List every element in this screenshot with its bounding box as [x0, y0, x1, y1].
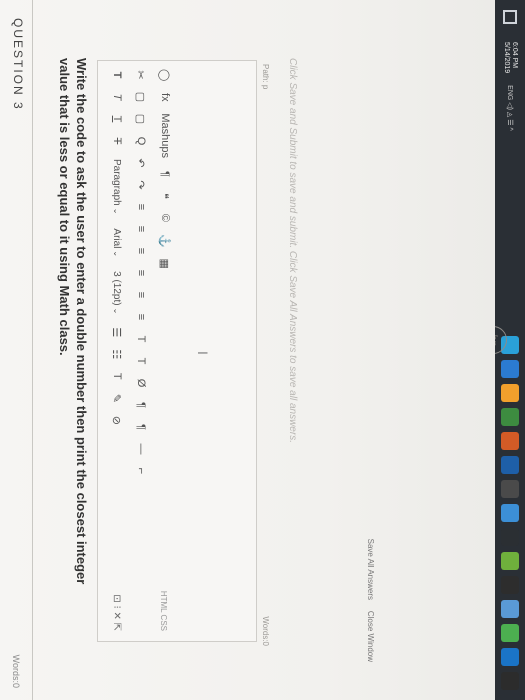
editor-tool-button[interactable]: ✂: [135, 69, 148, 81]
font-dropdown-value: Arial: [111, 228, 123, 249]
editor-tool-button[interactable]: ≡: [135, 289, 147, 301]
underline-button[interactable]: T: [111, 113, 123, 125]
editor-insert-button[interactable]: Mashups: [159, 113, 171, 158]
size-dropdown-value: 3 (12pt): [111, 271, 123, 306]
highlight-icon[interactable]: ✎: [111, 392, 124, 404]
question-header: QUESTION 3: [11, 18, 25, 111]
editor-tool-button[interactable]: ¶: [135, 421, 147, 433]
editor-right-tools[interactable]: ⊡ ⁝ ✕ ⇱: [111, 594, 122, 631]
windows-start-icon[interactable]: [503, 10, 517, 24]
editor-tool-button[interactable]: ▢: [135, 113, 148, 125]
paragraph-dropdown-value: Paragraph: [111, 159, 123, 206]
editor-tool-button[interactable]: ≡: [135, 245, 147, 257]
close-window-button[interactable]: Close Window: [366, 611, 375, 662]
browser-screen: 6:04 PM 5/14/2019 ENG ◁) ◬ ☰ ^ hp QUESTI…: [0, 0, 525, 700]
strikethrough-button[interactable]: T: [111, 135, 123, 147]
clock-date: 5/14/2019: [503, 42, 510, 74]
editor-insert-button[interactable]: ¶: [159, 168, 171, 180]
editor-toolbar-row-1: T T T T Paragraph⌄ Arial⌄ 3 (12pt)⌄ ☰ ☷ …: [106, 69, 128, 426]
editor-tool-button[interactable]: ≡: [135, 267, 147, 279]
editor-path: Path: p: [261, 64, 270, 90]
taskbar-app-icon[interactable]: [501, 552, 519, 570]
taskbar-clock[interactable]: 6:04 PM 5/14/2019: [502, 42, 518, 73]
html-css-toggle[interactable]: HTML CSS: [159, 591, 168, 631]
taskbar-app-icon[interactable]: [501, 624, 519, 642]
taskbar-apps: [501, 336, 519, 690]
taskbar-app-icon[interactable]: [501, 360, 519, 378]
taskbar-app-icon[interactable]: [501, 408, 519, 426]
photo-stage: 6:04 PM 5/14/2019 ENG ◁) ◬ ☰ ^ hp QUESTI…: [0, 0, 525, 700]
editor-tool-button[interactable]: Q: [135, 135, 147, 147]
editor-tool-button[interactable]: —: [135, 443, 147, 455]
editor-tool-button[interactable]: T: [135, 355, 147, 367]
taskbar-app-icon[interactable]: [501, 648, 519, 666]
editor-insert-button[interactable]: ❝: [159, 190, 172, 202]
clear-format-icon[interactable]: ⊘: [111, 414, 124, 426]
italic-button[interactable]: T: [111, 91, 123, 103]
system-tray[interactable]: ENG ◁) ◬ ☰ ^: [506, 85, 514, 131]
editor-tool-button[interactable]: ≡: [135, 223, 147, 235]
question-text: Write the code to ask the user to enter …: [57, 58, 89, 585]
chevron-down-icon: ⌄: [112, 207, 122, 215]
submit-instructions: Click Save and Submit to save and submit…: [287, 58, 298, 443]
numbered-list-icon[interactable]: ☷: [111, 348, 124, 360]
editor-tool-button[interactable]: ¶: [135, 399, 147, 411]
editor-tool-button[interactable]: ⌐: [135, 465, 147, 477]
editor-tool-button[interactable]: ≡: [135, 201, 147, 213]
editor-insert-button[interactable]: ◯: [159, 69, 172, 81]
editor-tool-button[interactable]: T: [135, 333, 147, 345]
header-divider: [32, 0, 33, 700]
paragraph-dropdown[interactable]: Paragraph⌄: [112, 157, 123, 216]
taskbar-app-icon[interactable]: [501, 504, 519, 522]
taskbar-app-icon[interactable]: [501, 456, 519, 474]
editor-tool-button[interactable]: ≡: [135, 311, 147, 323]
font-dropdown[interactable]: Arial⌄: [112, 226, 123, 259]
editor-tool-button[interactable]: ▢: [135, 91, 148, 103]
editor-insert-button[interactable]: ©: [159, 212, 171, 224]
save-all-answers-button[interactable]: Save All Answers: [366, 539, 375, 600]
editor-tool-button[interactable]: ↶: [135, 157, 148, 169]
bold-button[interactable]: T: [111, 69, 123, 81]
chevron-down-icon: ⌄: [112, 307, 122, 315]
bullet-list-icon[interactable]: ☰: [111, 326, 124, 338]
taskbar-app-icon[interactable]: [501, 480, 519, 498]
text-editor[interactable]: T T T T Paragraph⌄ Arial⌄ 3 (12pt)⌄ ☰ ☷ …: [97, 60, 257, 642]
size-dropdown[interactable]: 3 (12pt)⌄: [112, 269, 123, 316]
taskbar-app-icon[interactable]: [501, 672, 519, 690]
editor-toolbar-row-3: ◯ fx Mashups ¶ ❝ © ⚓ ▦: [154, 69, 176, 270]
text-cursor-icon: I: [195, 351, 211, 355]
editor-insert-button[interactable]: ▦: [159, 258, 172, 270]
text-color-icon[interactable]: T: [111, 370, 123, 382]
taskbar-app-icon[interactable]: [501, 432, 519, 450]
taskbar-app-icon[interactable]: [501, 384, 519, 402]
editor-insert-button[interactable]: fx: [159, 91, 171, 103]
taskbar-app-icon[interactable]: [501, 600, 519, 618]
question-points: Words:0: [11, 654, 21, 688]
taskbar-app-icon[interactable]: [501, 528, 519, 546]
taskbar-app-icon[interactable]: [501, 576, 519, 594]
clock-time: 6:04 PM: [511, 42, 518, 69]
editor-insert-button[interactable]: ⚓: [159, 234, 172, 248]
editor-word-count: Words:0: [261, 616, 270, 646]
editor-toolbar-row-2: ✂ ▢ ▢ Q ↶ ↷ ≡ ≡ ≡ ≡ ≡ ≡ T T Ø ¶ ¶ — ⌐: [130, 69, 152, 477]
editor-tool-button[interactable]: Ø: [135, 377, 147, 389]
editor-tool-button[interactable]: ↷: [135, 179, 148, 191]
chevron-down-icon: ⌄: [112, 250, 122, 258]
question-page: QUESTION 3 Words:0 Write the code to ask…: [0, 0, 495, 700]
